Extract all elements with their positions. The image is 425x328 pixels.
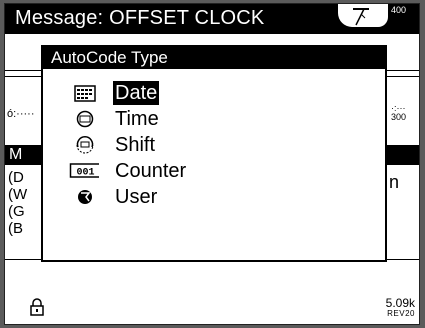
user-icon xyxy=(78,190,92,204)
menu-item-label: User xyxy=(115,186,158,208)
memory-status: 5.09k REV20 xyxy=(386,297,415,319)
signal-tab xyxy=(338,4,388,27)
file-size: 5.09k xyxy=(385,296,415,310)
menu-item-time[interactable]: Time xyxy=(43,107,343,131)
counter-icon: 001 xyxy=(69,163,99,179)
background-label: (G xyxy=(8,203,25,220)
lock-icon xyxy=(30,298,44,316)
svg-text:001: 001 xyxy=(76,168,94,179)
shift-clock-icon xyxy=(76,136,94,154)
window-title: Message: OFFSET CLOCK xyxy=(15,7,265,29)
calendar-icon xyxy=(74,85,96,102)
autocode-type-dialog: AutoCode Type Date Time Shift 001 Counte… xyxy=(41,45,387,262)
ruler-right: ·:··· 300 xyxy=(391,103,407,122)
menu-item-label: Date xyxy=(113,81,160,105)
title-bar: Message: OFFSET CLOCK 400 xyxy=(5,4,419,34)
dialog-header: AutoCode Type xyxy=(43,47,385,69)
revision-label: REV20 xyxy=(387,309,415,318)
menu-item-user[interactable]: User xyxy=(43,185,343,209)
lcd-screen: Message: OFFSET CLOCK 400 ó:····· ·:··· … xyxy=(4,3,420,325)
menu-item-label: Time xyxy=(115,108,159,130)
background-label: (B xyxy=(8,220,23,237)
dialog-title: AutoCode Type xyxy=(51,48,168,67)
menu-item-label: Shift xyxy=(115,134,156,156)
corner-number: 400 xyxy=(391,5,407,15)
menu-item-date[interactable]: Date xyxy=(43,81,343,105)
antenna-icon xyxy=(353,8,369,26)
background-label: (D xyxy=(8,169,24,186)
clock-icon xyxy=(76,110,94,128)
menu-item-shift[interactable]: Shift xyxy=(43,133,343,157)
menu-item-label: Counter xyxy=(115,160,187,182)
section-bar-label: M xyxy=(9,146,23,163)
menu-item-counter[interactable]: 001 Counter xyxy=(43,159,343,183)
background-label-right: n xyxy=(389,172,400,192)
ruler-left: ó:····· xyxy=(7,108,35,120)
background-label: (W xyxy=(8,186,28,203)
